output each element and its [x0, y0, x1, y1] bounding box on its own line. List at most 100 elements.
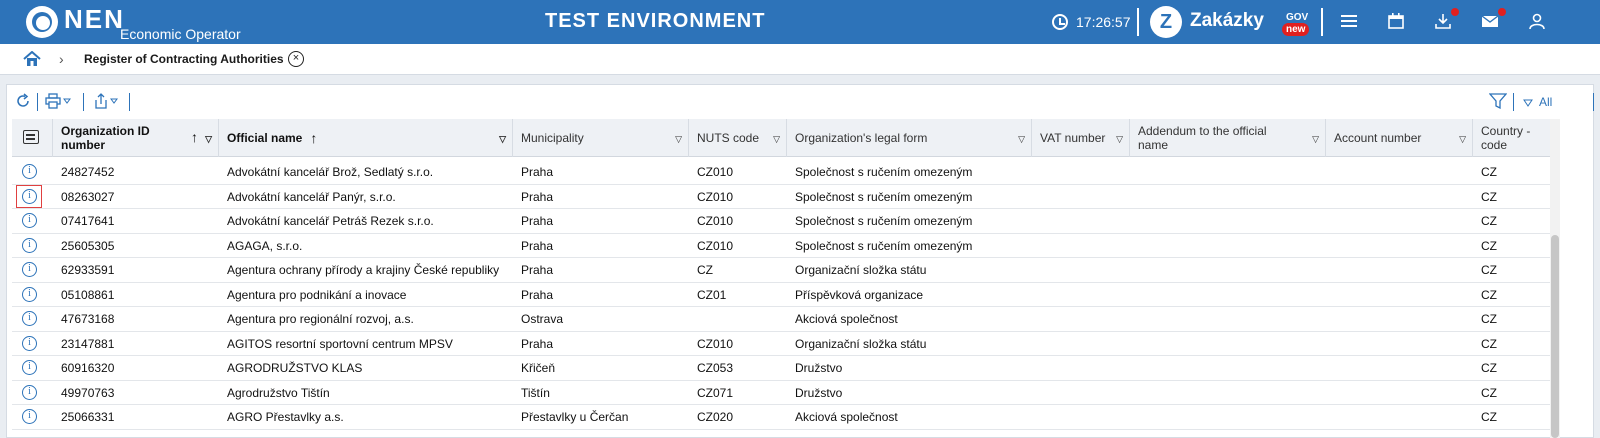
- column-filter-icon[interactable]: ▽: [1116, 132, 1123, 146]
- table-row[interactable]: i 23147881 AGITOS resortní sportovní centr…: [12, 332, 1550, 356]
- export-icon[interactable]: [93, 93, 121, 114]
- info-icon[interactable]: i: [22, 237, 37, 253]
- cell-country-code: CZ: [1481, 287, 1497, 302]
- info-icon[interactable]: i: [22, 409, 37, 424]
- cell-nuts-code: CZ010: [697, 238, 734, 253]
- new-badge: new: [1282, 23, 1310, 36]
- refresh-icon[interactable]: [15, 93, 31, 114]
- info-icon[interactable]: i: [22, 262, 37, 277]
- column-header-label: Official name: [227, 131, 303, 145]
- cell-official-name: AGRODRUŽSTVO KLAS: [227, 361, 363, 375]
- sort-ascending-icon[interactable]: ↑: [310, 131, 317, 145]
- menu-icon[interactable]: [1339, 12, 1359, 32]
- column-filter-icon[interactable]: ▽: [1312, 132, 1319, 146]
- column-header-nuts[interactable]: NUTS code ▽: [689, 119, 787, 157]
- column-header-label: Addendum to the official name: [1138, 124, 1267, 152]
- info-icon[interactable]: i: [22, 335, 37, 351]
- cell-id: 05108861: [61, 287, 115, 302]
- cell-nuts-code: CZ071: [697, 385, 734, 400]
- table-row[interactable]: i 49970763 Agrodružstvo Tištín Tištín CZ071 D…: [12, 381, 1550, 405]
- column-filter-icon[interactable]: ▽: [205, 132, 212, 146]
- column-header-name[interactable]: Official name ↑ ▽: [219, 119, 513, 157]
- column-filter-icon[interactable]: ▽: [773, 132, 780, 146]
- cell-legal-form: Společnost s ručením omezeným: [795, 238, 973, 253]
- mail-icon[interactable]: [1480, 8, 1506, 32]
- cell-municipality: Praha: [521, 165, 554, 179]
- table-row[interactable]: i 25605305 AGAGA, s.r.o. Praha CZ010 Společno…: [12, 234, 1550, 258]
- scrollbar-thumb[interactable]: [1551, 235, 1559, 438]
- notification-badge: [1451, 8, 1459, 16]
- cell-id: 47673168: [61, 312, 115, 326]
- cell-municipality: Praha: [521, 336, 554, 351]
- top-bar: NEN Economic Operator TEST ENVIRONMENT 1…: [0, 0, 1600, 44]
- cell-municipality: Praha: [521, 263, 554, 277]
- close-icon[interactable]: ×: [288, 51, 304, 67]
- info-icon[interactable]: i: [22, 188, 37, 204]
- table-row[interactable]: i 60916320 AGRODRUŽSTVO KLAS Křičeň CZ053 Dru…: [12, 356, 1550, 381]
- cell-official-name: Agrodružstvo Tištín: [227, 385, 330, 400]
- info-icon[interactable]: i: [22, 164, 37, 179]
- column-filter-icon[interactable]: ▽: [499, 132, 506, 146]
- column-filter-icon[interactable]: ▽: [1459, 132, 1466, 146]
- info-icon[interactable]: i: [22, 360, 37, 375]
- info-icon[interactable]: i: [22, 286, 37, 302]
- column-filter-icon[interactable]: ▽: [1018, 132, 1025, 146]
- table-row[interactable]: i 07417641 Advokátní kancelář Petráš Rezek…: [12, 209, 1550, 234]
- table-row[interactable]: i 47673168 Agentura pro regionální rozvoj,…: [12, 307, 1550, 332]
- cell-id: 07417641: [61, 214, 115, 228]
- cell-id: 49970763: [61, 385, 115, 400]
- home-icon[interactable]: [23, 50, 41, 67]
- column-header-legal-form[interactable]: Organization's legal form ▽: [787, 119, 1032, 157]
- divider: [1593, 93, 1594, 111]
- table-row[interactable]: i 05108861 Agentura pro podnikání a inovac…: [12, 283, 1550, 307]
- cell-id: 08263027: [61, 189, 115, 204]
- column-header-id[interactable]: Organization ID number ↑ ▽: [53, 119, 219, 157]
- cell-id: 60916320: [61, 361, 115, 375]
- cell-official-name: Agentura pro regionální rozvoj, a.s.: [227, 312, 414, 326]
- column-header-label: VAT number: [1040, 131, 1106, 145]
- column-header-municipality[interactable]: Municipality ▽: [513, 119, 689, 157]
- cell-municipality: Praha: [521, 214, 554, 228]
- settings-icon: [23, 130, 39, 144]
- info-icon[interactable]: i: [22, 384, 37, 400]
- print-icon[interactable]: [45, 93, 73, 114]
- cell-country-code: CZ: [1481, 312, 1497, 326]
- table-row[interactable]: i 25066331 AGRO Přestavlky a.s. Přestavlky …: [12, 405, 1550, 430]
- session-clock: 17:26:57: [1076, 14, 1131, 30]
- calendar-icon[interactable]: [1386, 12, 1406, 32]
- column-filter-icon[interactable]: ▽: [675, 132, 682, 146]
- user-icon[interactable]: [1527, 12, 1547, 32]
- cell-nuts-code: CZ: [697, 263, 713, 277]
- cell-legal-form: Společnost s ručením omezeným: [795, 165, 973, 179]
- nen-logo-icon[interactable]: [26, 6, 58, 38]
- filter-icon[interactable]: [1488, 93, 1508, 114]
- logo-text[interactable]: NEN: [64, 4, 125, 35]
- environment-title: TEST ENVIRONMENT: [545, 10, 766, 32]
- column-settings-button[interactable]: [12, 119, 53, 157]
- column-header-vat[interactable]: VAT number ▽: [1032, 119, 1130, 157]
- cell-country-code: CZ: [1481, 165, 1497, 179]
- cell-legal-form: Akciová společnost: [795, 312, 898, 326]
- zakazky-logo-icon[interactable]: Z: [1150, 6, 1182, 38]
- table-row[interactable]: i 62933591 Agentura ochrany přírody a kraj…: [12, 258, 1550, 283]
- zakazky-gov-label: GOV: [1286, 12, 1309, 23]
- cell-official-name: AGAGA, s.r.o.: [227, 238, 303, 253]
- sort-ascending-icon[interactable]: ↑: [191, 130, 198, 144]
- info-icon[interactable]: i: [22, 311, 37, 326]
- chevron-right-icon: ›: [59, 51, 64, 67]
- table-row[interactable]: i 08263027 Advokátní kancelář Panýr, s.r.o…: [12, 184, 1550, 209]
- filter-dropdown-icon[interactable]: [1523, 95, 1533, 113]
- info-icon[interactable]: i: [22, 213, 37, 228]
- zakazky-link[interactable]: Zakázky: [1190, 10, 1264, 32]
- cell-legal-form: Příspěvková organizace: [795, 287, 924, 302]
- cell-municipality: Praha: [521, 238, 554, 253]
- column-header-account[interactable]: Account number ▽: [1326, 119, 1473, 157]
- column-header-addendum[interactable]: Addendum to the official name ▽: [1130, 119, 1326, 157]
- filter-all-label[interactable]: All: [1539, 95, 1552, 109]
- column-header-country[interactable]: Country - code: [1473, 119, 1550, 157]
- breadcrumb-current: Register of Contracting Authorities: [84, 52, 284, 66]
- table-row[interactable]: i 24827452 Advokátní kancelář Brož, Sedlat…: [12, 160, 1550, 185]
- download-icon[interactable]: [1433, 8, 1459, 32]
- cell-id: 25066331: [61, 410, 115, 424]
- cell-legal-form: Společnost s ručením omezeným: [795, 214, 973, 228]
